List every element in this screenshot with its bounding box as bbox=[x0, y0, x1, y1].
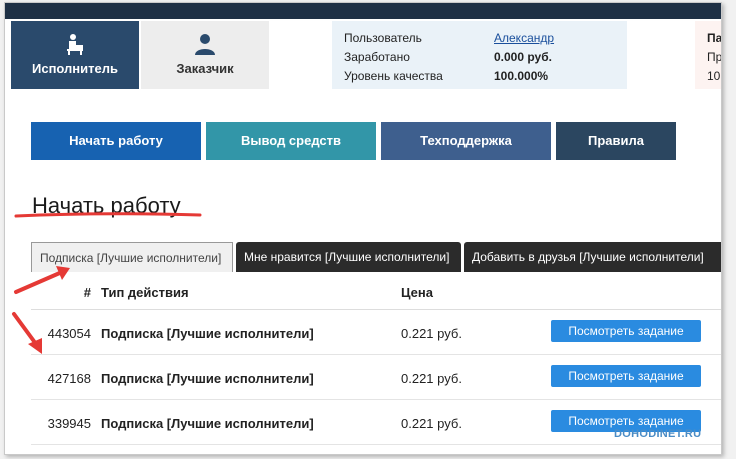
user-icon bbox=[195, 34, 215, 55]
quality-label: Уровень качества bbox=[344, 69, 443, 83]
support-button[interactable]: Техподдержка bbox=[381, 122, 551, 160]
user-stats-panel: Пользователь Александр Заработано 0.000 … bbox=[332, 21, 627, 89]
start-work-button[interactable]: Начать работу bbox=[31, 122, 201, 160]
view-task-button[interactable]: Посмотреть задание bbox=[551, 320, 701, 342]
task-price: 0.221 руб. bbox=[401, 416, 462, 431]
table-header: # Тип действия Цена bbox=[31, 272, 721, 310]
task-type: Подписка [Лучшие исполнители] bbox=[101, 416, 314, 431]
header-bar bbox=[5, 3, 721, 19]
user-name-link[interactable]: Александр bbox=[494, 31, 554, 45]
rules-button[interactable]: Правила bbox=[556, 122, 676, 160]
quality-value: 100.000% bbox=[494, 69, 549, 83]
right-panel-line1: Па bbox=[707, 31, 722, 45]
task-type-tabs: Подписка [Лучшие исполнители] Мне нравит… bbox=[31, 242, 721, 272]
tab-add-friend[interactable]: Добавить в друзья [Лучшие исполнители] bbox=[464, 242, 721, 272]
column-header-num: # bbox=[83, 285, 91, 300]
right-panel-line2: Пр bbox=[707, 50, 722, 64]
watermark: DOHODINET.RU bbox=[614, 428, 702, 440]
withdraw-button[interactable]: Вывод средств bbox=[206, 122, 376, 160]
column-header-type: Тип действия bbox=[101, 285, 189, 300]
earned-label: Заработано bbox=[344, 50, 410, 64]
right-panel-line3: 10 bbox=[707, 69, 721, 83]
role-executor-label: Исполнитель bbox=[32, 61, 118, 76]
tab-like[interactable]: Мне нравится [Лучшие исполнители] bbox=[236, 242, 461, 272]
table-row: 443054 Подписка [Лучшие исполнители] 0.2… bbox=[31, 310, 721, 355]
user-label: Пользователь bbox=[344, 31, 422, 45]
worker-at-desk-icon bbox=[67, 34, 83, 55]
page-title: Начать работу bbox=[32, 193, 181, 218]
screenshot-frame: Исполнитель Заказчик Пользователь Алекса… bbox=[4, 2, 722, 455]
right-info-panel: Па Пр 10 bbox=[695, 21, 722, 89]
task-id: 443054 bbox=[47, 326, 91, 341]
task-type: Подписка [Лучшие исполнители] bbox=[101, 326, 314, 341]
view-task-button[interactable]: Посмотреть задание bbox=[551, 365, 701, 387]
role-customer-label: Заказчик bbox=[176, 61, 234, 76]
task-id: 339945 bbox=[47, 416, 91, 431]
role-tab-executor[interactable]: Исполнитель bbox=[11, 21, 139, 89]
tab-subscribe[interactable]: Подписка [Лучшие исполнители] bbox=[31, 242, 233, 272]
role-tab-customer[interactable]: Заказчик bbox=[141, 21, 269, 89]
task-price: 0.221 руб. bbox=[401, 371, 462, 386]
tasks-table: # Тип действия Цена 443054 Подписка [Луч… bbox=[31, 272, 721, 445]
table-row: 427168 Подписка [Лучшие исполнители] 0.2… bbox=[31, 355, 721, 400]
task-id: 427168 bbox=[47, 371, 91, 386]
task-price: 0.221 руб. bbox=[401, 326, 462, 341]
column-header-price: Цена bbox=[401, 285, 433, 300]
task-type: Подписка [Лучшие исполнители] bbox=[101, 371, 314, 386]
earned-value: 0.000 руб. bbox=[494, 50, 552, 64]
